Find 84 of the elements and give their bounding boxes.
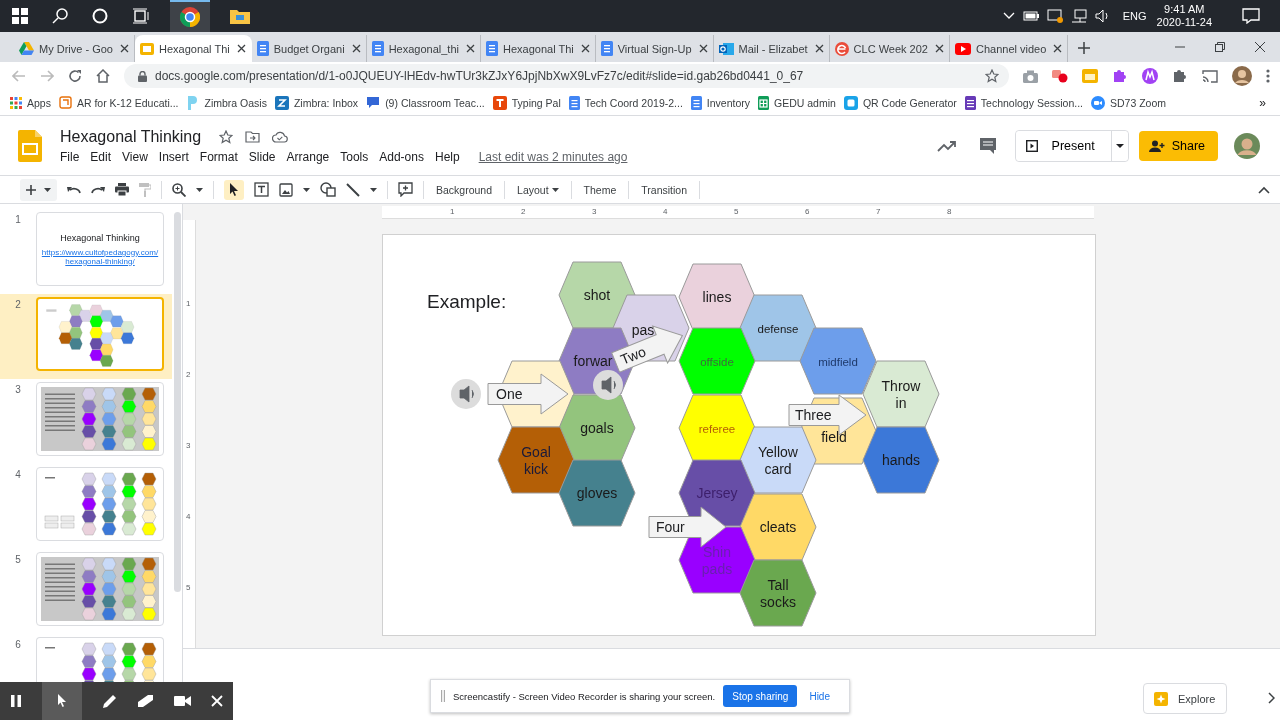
bookmark[interactable]: Tech Coord 2019-2...	[568, 95, 683, 110]
more-bookmarks-button[interactable]: »	[1259, 95, 1266, 110]
menu-item[interactable]: Add-ons	[379, 149, 424, 164]
share-button[interactable]: Share	[1138, 130, 1218, 161]
last-edit-link[interactable]: Last edit was 2 minutes ago	[478, 149, 628, 164]
explore-button[interactable]: Explore	[1143, 683, 1227, 714]
bookmark[interactable]: Apps	[10, 96, 51, 109]
hexagon-tile: hands	[862, 426, 940, 494]
menu-item[interactable]: Slide	[248, 149, 276, 164]
arrow-label: One	[487, 373, 569, 415]
hexagon-tile: gloves	[558, 459, 636, 527]
bookmark[interactable]: QR Code Generator	[843, 95, 957, 110]
menu-item[interactable]: View	[122, 149, 148, 164]
ruler-number: 2	[186, 370, 191, 379]
ruler-number: 4	[186, 512, 191, 521]
browser-tab[interactable]: Hexagonal Thi	[481, 35, 596, 62]
menu-item[interactable]: File	[60, 149, 80, 164]
browser-tab[interactable]: Hexagonal Thi	[134, 35, 252, 62]
ruler-number: 1	[450, 207, 455, 216]
hexagon-tile: Goal kick	[497, 426, 575, 494]
ruler-number: 5	[734, 207, 739, 216]
toolbar-button[interactable]: Layout	[515, 183, 561, 196]
menu-item[interactable]: Insert	[158, 149, 189, 164]
address-field[interactable]: docs.google.com/presentation/d/1-o0JQUEUY-lHEdv-hwTUr3kZJxY6JpjNbXwX9LvFz7c/edit#slide=id.gab26bd0441_0_67	[124, 64, 1009, 88]
ruler-number: 1	[186, 299, 191, 308]
hexagon-tile: cleats	[739, 493, 817, 561]
bookmark[interactable]: SD73 Zoom	[1091, 95, 1167, 110]
hexagon-tile: Throw in	[862, 360, 940, 428]
bookmark[interactable]: Zimbra Oasis	[186, 95, 267, 110]
menu-item[interactable]: Arrange	[286, 149, 330, 164]
bookmark[interactable]: AR for K-12 Educati...	[58, 96, 179, 109]
toolbar-button[interactable]: Transition	[639, 183, 689, 196]
ruler-number: 2	[521, 207, 526, 216]
browser-tab[interactable]: Mail - Elizabet	[713, 35, 830, 62]
bookmark[interactable]: Inventory	[690, 95, 750, 110]
slide-number: 3	[14, 383, 22, 395]
hexagon-tile: midfield	[799, 327, 877, 395]
slide-number: 2	[14, 298, 22, 310]
hexagon-tile: referee	[678, 394, 756, 462]
toolbar-button[interactable]: Background	[434, 183, 495, 196]
clock-time[interactable]: 9:41 AM	[1164, 3, 1205, 16]
ruler-number: 3	[592, 207, 597, 216]
bookmark[interactable]: GEDU admin	[758, 95, 836, 110]
sharing-message: Screencastify - Screen Video Recorder is sharing your screen.	[453, 690, 716, 702]
ruler-number: 8	[947, 207, 952, 216]
present-button[interactable]: Present	[1015, 130, 1112, 161]
slide-heading: Example:	[427, 291, 507, 312]
hexagon-tile: offside	[678, 327, 756, 395]
ruler-number: 3	[186, 441, 191, 450]
menu-item[interactable]: Format	[199, 149, 238, 164]
bookmark[interactable]: Zimbra: Inbox	[274, 95, 359, 110]
slide-number: 6	[14, 638, 22, 650]
ruler-number: 7	[876, 207, 881, 216]
document-title[interactable]: Hexagonal Thinking	[60, 127, 202, 146]
language-indicator[interactable]: ENG	[1122, 10, 1147, 22]
browser-tab[interactable]: Virtual Sign-Up	[595, 35, 714, 62]
thumbnail-link: https://www.cultofpedagogy.com/hexagonal-thinking/	[41, 247, 159, 266]
bookmark[interactable]: (9) Classroom Teac...	[366, 96, 485, 109]
hexagon-tile: lines	[678, 263, 756, 331]
slide-number: 4	[14, 468, 22, 480]
stop-sharing-button[interactable]: Stop sharing	[723, 685, 798, 707]
bookmark[interactable]: Technology Session...	[964, 95, 1083, 110]
hexagon-tile: defense	[739, 294, 817, 362]
slide-number: 5	[14, 553, 22, 565]
browser-tab[interactable]: CLC Week 202	[829, 35, 950, 62]
ruler-number: 5	[186, 583, 191, 592]
hide-link[interactable]: Hide	[809, 690, 830, 702]
ruler-number: 6	[805, 207, 810, 216]
browser-tab[interactable]: Hexagonal_thi	[366, 35, 481, 62]
browser-tab[interactable]: My Drive - Goo	[14, 35, 135, 62]
slide-thumbnail[interactable]: Hexagonal Thinking https://www.cultofpedagogy.com/hexagonal-thinking/	[36, 212, 164, 286]
hexagon-tile: Yellow card	[739, 426, 817, 494]
clock-date[interactable]: 2020-11-24	[1156, 16, 1212, 29]
thumbnail-title: Hexagonal Thinking	[60, 232, 140, 243]
ruler-number: 4	[663, 207, 668, 216]
toolbar-button[interactable]: Theme	[581, 183, 619, 196]
bookmark[interactable]: Typing Pal	[492, 95, 561, 110]
browser-tab[interactable]: Channel video	[949, 35, 1069, 62]
browser-tab[interactable]: Budget Organi	[251, 35, 367, 62]
menu-item[interactable]: Help	[434, 149, 460, 164]
slide-number: 1	[14, 213, 22, 225]
menu-item[interactable]: Tools	[340, 149, 369, 164]
hexagon-tile: Tall socks	[739, 559, 817, 627]
menu-item[interactable]: Edit	[90, 149, 112, 164]
